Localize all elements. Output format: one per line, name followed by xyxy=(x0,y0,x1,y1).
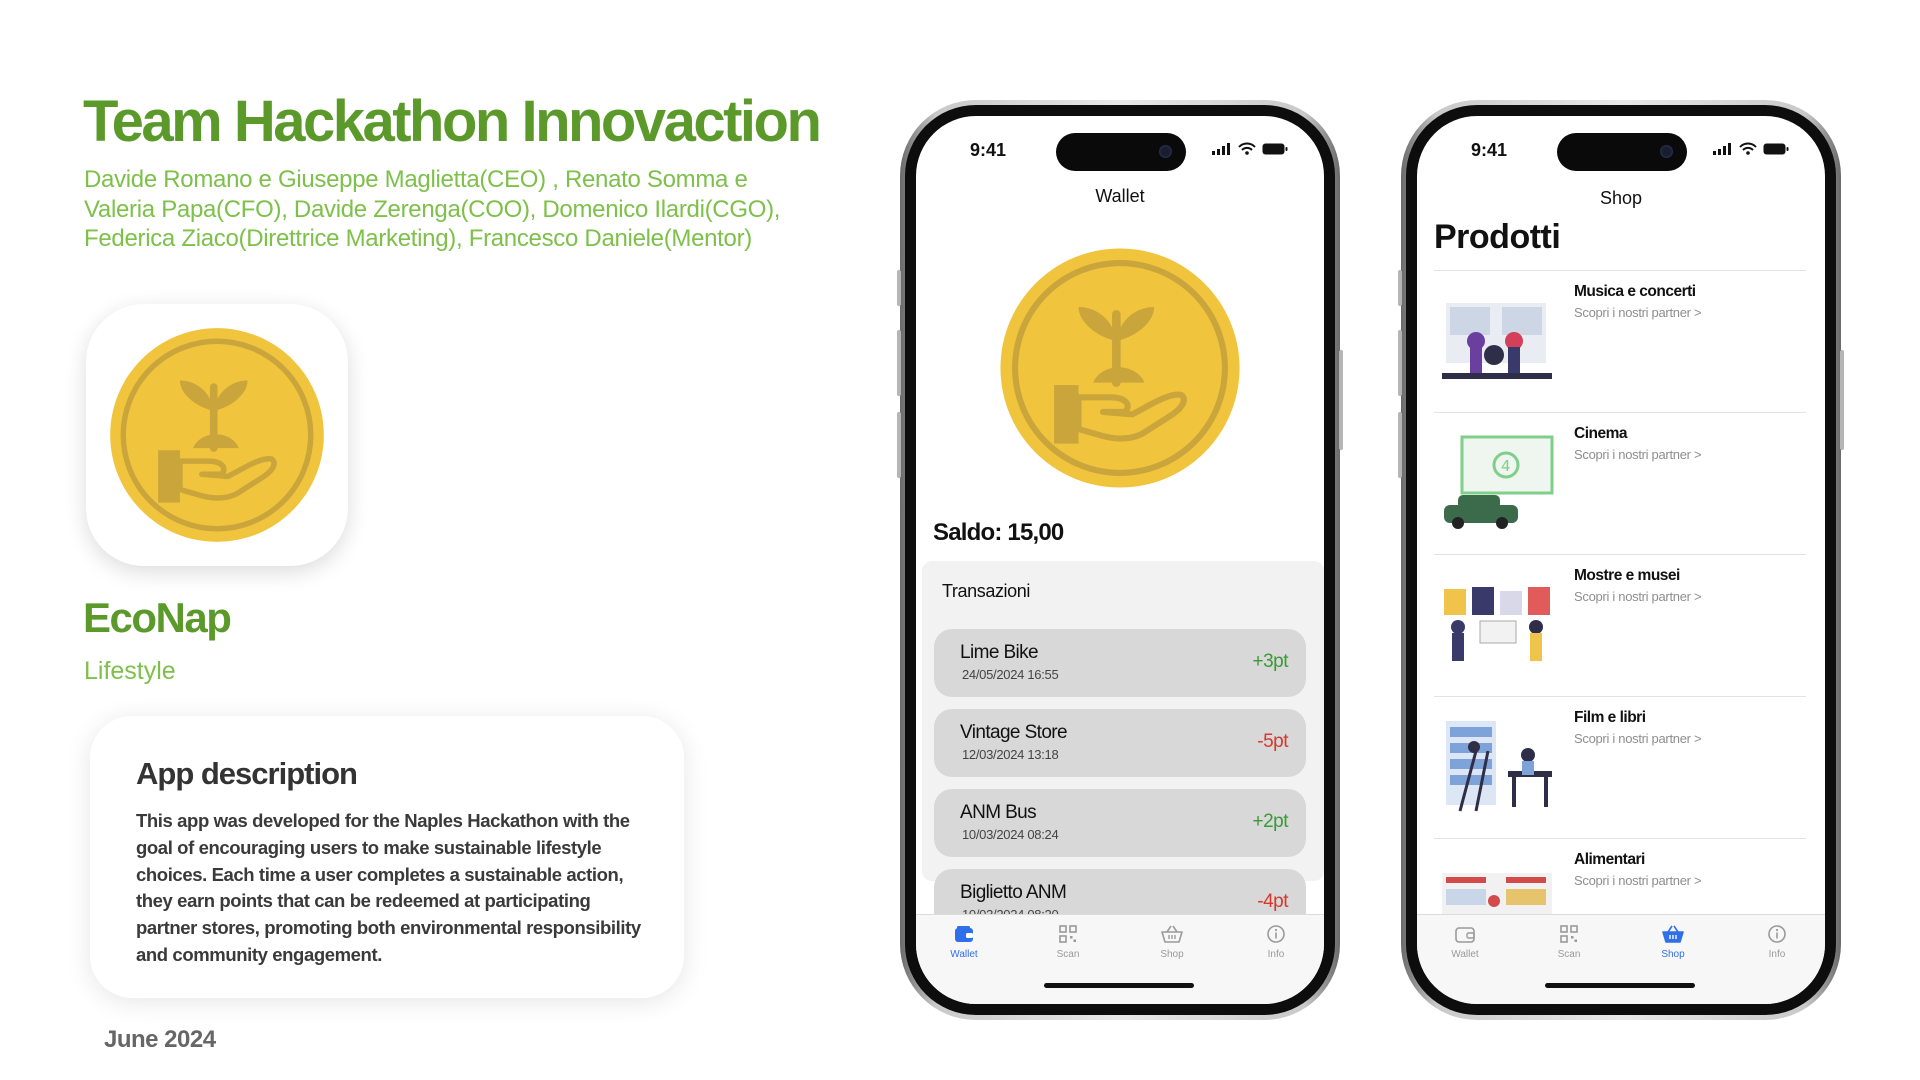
info-icon xyxy=(1768,925,1786,943)
signal-icon xyxy=(1212,142,1230,155)
tab-label: Wallet xyxy=(950,949,978,960)
app-name: EcoNap xyxy=(83,594,232,641)
category-link[interactable]: Scopri i nostri partner > xyxy=(1574,447,1702,462)
tab-scan[interactable]: Scan xyxy=(1028,925,1108,960)
list-item[interactable]: Film e libri Scopri i nostri partner > xyxy=(1434,696,1806,838)
transaction-name: ANM Bus xyxy=(960,802,1037,823)
tab-label: Wallet xyxy=(1451,949,1479,960)
concert-illustration xyxy=(1442,303,1552,379)
description-card: App description This app was developed f… xyxy=(90,716,684,998)
nav-title: Shop xyxy=(1599,188,1643,208)
list-item[interactable]: Mostre e musei Scopri i nostri partner > xyxy=(1434,554,1806,696)
wallet-icon xyxy=(1455,927,1475,943)
basket-icon xyxy=(1161,925,1183,943)
app-icon xyxy=(86,304,348,566)
dynamic-island xyxy=(1056,133,1186,171)
tab-shop[interactable]: Shop xyxy=(1132,925,1212,960)
tab-label: Shop xyxy=(1160,949,1184,960)
category-link[interactable]: Scopri i nostri partner > xyxy=(1574,305,1702,320)
tab-label: Info xyxy=(1768,949,1786,960)
category-name: Mostre e musei xyxy=(1574,567,1680,584)
battery-icon xyxy=(1262,143,1288,154)
transaction-points: -5pt xyxy=(1257,731,1288,752)
transaction-points: +2pt xyxy=(1252,811,1288,832)
wifi-icon xyxy=(1238,142,1256,155)
tab-label: Info xyxy=(1267,949,1285,960)
qr-code-icon xyxy=(1059,925,1077,943)
category-link[interactable]: Scopri i nostri partner > xyxy=(1574,873,1702,888)
status-time: 9:41 xyxy=(970,140,1007,160)
tab-wallet[interactable]: Wallet xyxy=(924,925,1004,960)
tab-bar: Wallet Scan Shop Info xyxy=(1417,914,1825,1004)
phone-shop: 9:41 Shop Prodotti Musica e concerti Sco… xyxy=(1398,100,1844,1020)
tab-info[interactable]: Info xyxy=(1236,925,1316,960)
tab-wallet[interactable]: Wallet xyxy=(1425,925,1505,960)
transaction-points: -4pt xyxy=(1257,891,1288,912)
app-category: Lifestyle xyxy=(84,657,176,685)
econap-coin-icon xyxy=(108,326,326,544)
transaction-name: Lime Bike xyxy=(960,642,1039,663)
list-item[interactable]: Musica e concerti Scopri i nostri partne… xyxy=(1434,270,1806,412)
slide-title: Team Hackathon Innovaction xyxy=(83,89,822,154)
status-icons xyxy=(1713,142,1789,155)
tab-label: Scan xyxy=(1557,949,1581,960)
wallet-screen: 9:41 Wallet Saldo: 15,00 Transazioni Lim… xyxy=(916,116,1324,1004)
category-link[interactable]: Scopri i nostri partner > xyxy=(1574,589,1702,604)
transaction-name: Biglietto ANM xyxy=(960,882,1067,903)
transaction-row[interactable]: Lime Bike 24/05/2024 16:55 +3pt xyxy=(934,629,1306,697)
shop-category-list: Musica e concerti Scopri i nostri partne… xyxy=(1434,270,1806,980)
transaction-date: 24/05/2024 16:55 xyxy=(962,667,1059,682)
drive-in-cinema-illustration: 4 xyxy=(1444,435,1554,529)
museum-illustration xyxy=(1444,587,1550,661)
status-time: 9:41 xyxy=(1471,140,1508,160)
wallet-icon xyxy=(955,926,973,942)
phone-wallet: 9:41 Wallet Saldo: 15,00 Transazioni Lim… xyxy=(897,100,1343,1020)
status-icons xyxy=(1212,142,1288,155)
transaction-date: 12/03/2024 13:18 xyxy=(962,747,1059,762)
description-text: This app was developed for the Naples Ha… xyxy=(136,810,641,965)
battery-icon xyxy=(1763,143,1789,154)
category-name: Film e libri xyxy=(1574,709,1646,726)
tab-bar: Wallet Scan Shop Info xyxy=(916,914,1324,1004)
balance-label: Saldo: 15,00 xyxy=(933,519,1064,546)
transactions-title: Transazioni xyxy=(942,581,1030,601)
transaction-name: Vintage Store xyxy=(960,722,1068,743)
category-name: Alimentari xyxy=(1574,851,1645,868)
transaction-row[interactable]: ANM Bus 10/03/2024 08:24 +2pt xyxy=(934,789,1306,857)
home-indicator xyxy=(1545,983,1695,988)
tab-info[interactable]: Info xyxy=(1737,925,1817,960)
svg-text:4: 4 xyxy=(1501,457,1511,475)
transaction-row[interactable]: Vintage Store 12/03/2024 13:18 -5pt xyxy=(934,709,1306,777)
wifi-icon xyxy=(1739,142,1757,155)
transactions-panel: Transazioni Lime Bike 24/05/2024 16:55 +… xyxy=(922,561,1324,937)
signal-icon xyxy=(1713,142,1731,155)
home-indicator xyxy=(1044,983,1194,988)
category-link[interactable]: Scopri i nostri partner > xyxy=(1574,731,1702,746)
presentation-date: June 2024 xyxy=(104,1026,216,1053)
basket-icon xyxy=(1662,925,1684,943)
category-name: Musica e concerti xyxy=(1574,283,1696,300)
list-item[interactable]: 4 Cinema Scopri i nostri partner > xyxy=(1434,412,1806,554)
qr-code-icon xyxy=(1560,925,1578,943)
library-illustration xyxy=(1446,721,1552,812)
team-members: Davide Romano e Giuseppe Maglietta(CEO) … xyxy=(84,166,781,252)
transaction-date: 10/03/2024 08:24 xyxy=(962,827,1059,842)
info-icon xyxy=(1267,925,1285,943)
tab-label: Scan xyxy=(1056,949,1080,960)
large-title: Prodotti xyxy=(1434,218,1561,256)
econap-coin-icon xyxy=(998,246,1242,490)
description-title: App description xyxy=(136,756,358,791)
tab-shop[interactable]: Shop xyxy=(1633,925,1713,960)
tab-label: Shop xyxy=(1661,949,1685,960)
nav-title: Wallet xyxy=(1095,186,1145,206)
transaction-points: +3pt xyxy=(1252,651,1288,672)
category-name: Cinema xyxy=(1574,425,1628,442)
tab-scan[interactable]: Scan xyxy=(1529,925,1609,960)
dynamic-island xyxy=(1557,133,1687,171)
shop-screen: 9:41 Shop Prodotti Musica e concerti Sco… xyxy=(1417,116,1825,1004)
